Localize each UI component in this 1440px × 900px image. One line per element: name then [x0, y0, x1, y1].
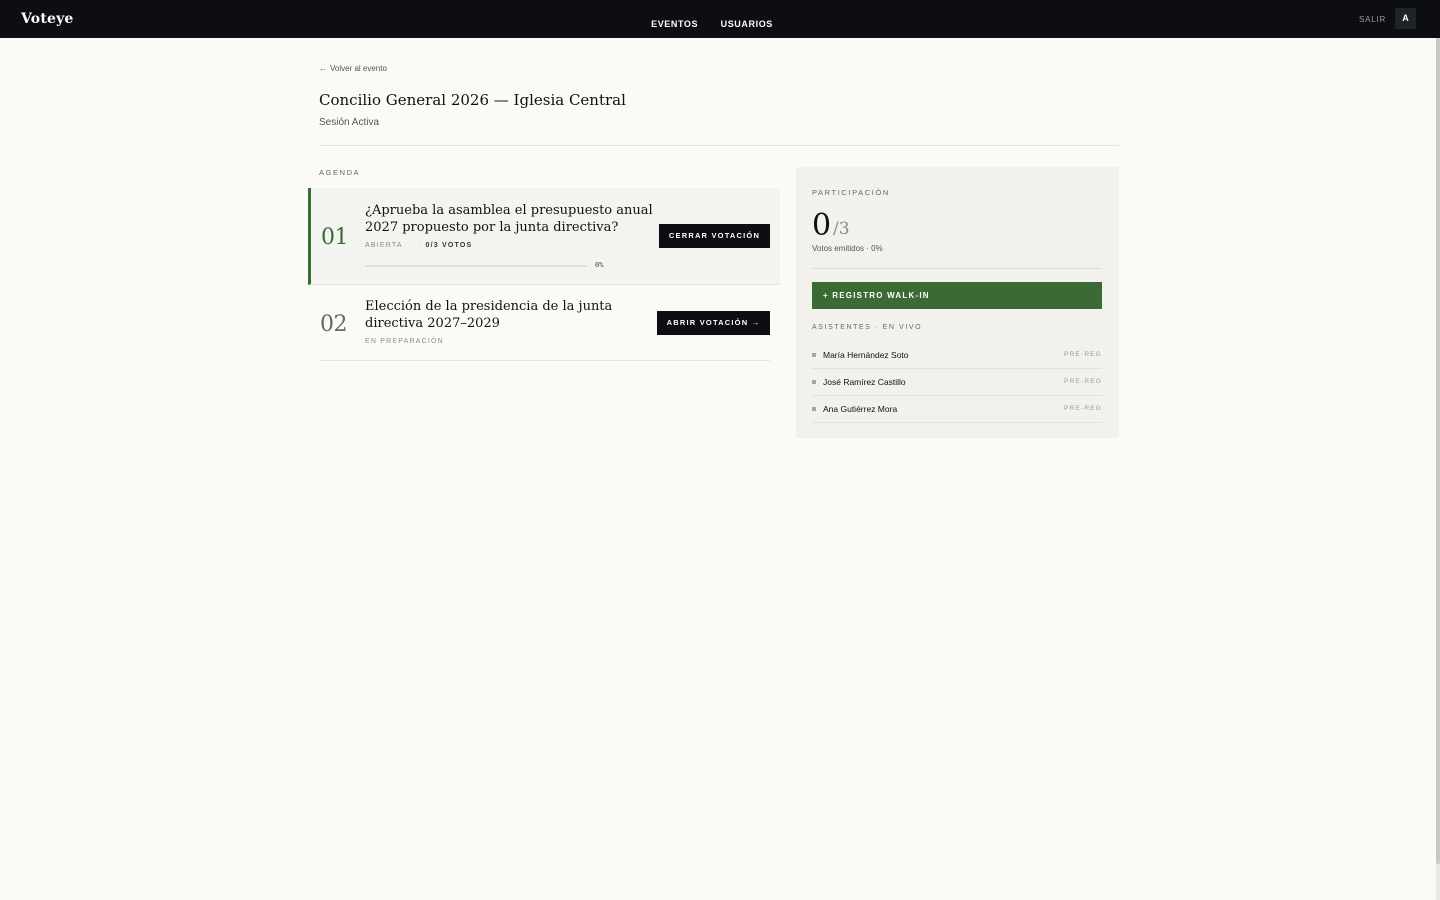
- separator-dot: ·: [418, 242, 422, 249]
- attendee-tag: PRE-REG: [1063, 351, 1102, 358]
- item-number: 02: [320, 312, 348, 337]
- votes-summary: Votos emitidos · 0%: [812, 244, 883, 253]
- nav-eventos[interactable]: EVENTOS: [651, 19, 698, 29]
- nav-usuarios[interactable]: USUARIOS: [721, 19, 773, 29]
- back-link-label: Volver al evento: [330, 64, 387, 73]
- divider: [812, 268, 1102, 269]
- attendee-name: María Hernández Soto: [823, 350, 909, 360]
- divider: [319, 145, 1119, 146]
- vote-count-label: 0/3 VOTOS: [425, 242, 473, 249]
- main-nav: EVENTOS USUARIOS: [0, 14, 1424, 32]
- participation-label: PARTICIPACIÓN: [812, 188, 890, 197]
- avatar[interactable]: A: [1395, 8, 1416, 29]
- attendee-tag: PRE-REG: [1063, 378, 1102, 385]
- bullet-icon: [812, 353, 816, 357]
- votes-cast-count: 0: [812, 208, 832, 243]
- agenda-label: AGENDA: [319, 168, 361, 177]
- attendee-tag: PRE-REG: [1063, 405, 1102, 412]
- item-title: Elección de la presidencia de la junta d…: [365, 299, 613, 331]
- item-title: ¿Aprueba la asamblea el presupuesto anua…: [365, 203, 653, 235]
- agenda-item[interactable]: 01 ¿Aprueba la asamblea el presupuesto a…: [308, 188, 780, 285]
- vote-progress-bar: [365, 265, 587, 267]
- open-vote-button[interactable]: ABRIR VOTACIÓN →: [657, 311, 770, 335]
- status-badge: EN PREPARACIÓN: [365, 338, 444, 345]
- bullet-icon: [812, 407, 816, 411]
- vote-percent: 0%: [595, 261, 604, 269]
- arrow-left-icon: ←: [319, 64, 327, 73]
- status-badge: ABIERTA: [365, 242, 403, 249]
- scrollbar-thumb[interactable]: [1436, 38, 1440, 864]
- votes-total: /3: [833, 219, 850, 239]
- participation-panel: PARTICIPACIÓN 0 /3 Votos emitidos · 0% +…: [796, 167, 1119, 438]
- logout-link[interactable]: SALIR: [1359, 15, 1386, 24]
- back-link[interactable]: ← Volver al evento: [319, 64, 387, 73]
- session-status: Sesión Activa: [319, 117, 380, 128]
- bullet-icon: [812, 380, 816, 384]
- vote-count: · 0/3 VOTOS: [418, 242, 472, 249]
- attendee-name: José Ramírez Castillo: [823, 377, 906, 387]
- attendee-name: Ana Gutiérrez Mora: [823, 404, 898, 414]
- attendees-label: ASISTENTES · EN VIVO: [812, 324, 923, 331]
- attendee-row: Ana Gutiérrez Mora PRE-REG: [812, 396, 1102, 423]
- attendee-row: María Hernández Soto PRE-REG: [812, 342, 1102, 369]
- attendee-row: José Ramírez Castillo PRE-REG: [812, 369, 1102, 396]
- item-number: 01: [321, 225, 349, 250]
- top-bar: Voteye EVENTOS USUARIOS SALIR A: [0, 0, 1440, 38]
- agenda-item[interactable]: 02 Elección de la presidencia de la junt…: [319, 286, 770, 361]
- close-vote-button[interactable]: CERRAR VOTACIÓN: [659, 224, 770, 248]
- walkin-register-button[interactable]: + REGISTRO WALK-IN: [812, 282, 1102, 309]
- page-title: Concilio General 2026 — Iglesia Central: [319, 91, 626, 109]
